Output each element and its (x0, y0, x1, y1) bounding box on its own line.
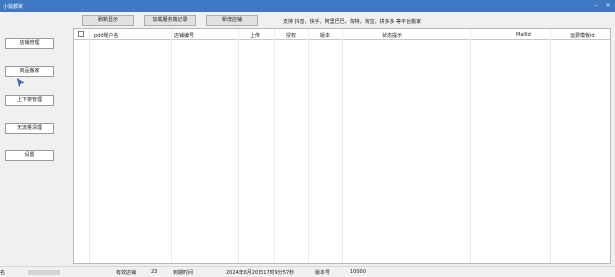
window-title: 小鼠都家 (3, 4, 24, 10)
col-authorization: 授权 (286, 33, 297, 39)
redacted-name (28, 270, 60, 275)
valid-shops-count: 23 (151, 269, 158, 275)
name-label: 名 (0, 270, 6, 276)
col-upload: 上传 (250, 33, 261, 39)
close-button[interactable]: × (604, 2, 612, 10)
col-status: 状态提示 (382, 33, 403, 39)
app-window: 小鼠都家 – × 刷新显示 加载服务端记录 新增店铺 支持 抖音，快手，阿里巴巴… (0, 0, 615, 277)
col-version: 版本 (320, 33, 331, 39)
version-label: 版本号 (315, 270, 331, 276)
sidebar-item-settings[interactable]: 设置 (5, 150, 54, 161)
column-divider (171, 29, 172, 263)
sidebar-item-zero-traffic-cleanup[interactable]: 无流量清理 (5, 123, 54, 134)
col-mall-id: MallId (516, 32, 531, 38)
status-bar: 名 有效店铺 23 到期时间 2024年6月20日17时9分57秒 版本号 10… (0, 266, 615, 277)
select-all-checkbox[interactable] (78, 31, 84, 37)
column-divider (238, 29, 239, 263)
sidebar-item-product-migration[interactable]: 商品搬家 (5, 66, 54, 77)
shop-table[interactable]: pdd账户名 店铺编号 上传 授权 版本 状态提示 MallId 运费模板id (73, 28, 611, 264)
valid-shops-label: 有效店铺 (116, 270, 137, 276)
column-divider (89, 29, 90, 263)
col-shipping-template-id: 运费模板id (570, 33, 595, 39)
column-divider (274, 29, 275, 263)
column-divider (342, 29, 343, 263)
col-pdd-account: pdd账户名 (94, 33, 119, 39)
load-service-log-button[interactable]: 加载服务端记录 (144, 15, 196, 26)
col-shop-id: 店铺编号 (174, 33, 195, 39)
refresh-button[interactable]: 刷新显示 (82, 15, 134, 26)
sidebar-item-shop-management[interactable]: 店铺管理 (5, 38, 54, 49)
expire-label: 到期时间 (173, 270, 194, 276)
pointer-cursor-icon (15, 76, 28, 90)
minimize-button[interactable]: – (592, 2, 600, 10)
column-divider (308, 29, 309, 263)
add-shop-button[interactable]: 新增店铺 (206, 15, 258, 26)
column-divider (470, 29, 471, 263)
title-bar: 小鼠都家 – × (0, 0, 615, 12)
sidebar-item-listing-management[interactable]: 上下架管理 (5, 95, 54, 106)
supported-platforms-text: 支持 抖音，快手，阿里巴巴，淘特，淘宝，拼多多 等平台搬家 (283, 19, 422, 25)
expire-time: 2024年6月20日17时9分57秒 (226, 270, 295, 276)
version-number: 10000 (350, 269, 366, 275)
column-divider (550, 29, 551, 263)
